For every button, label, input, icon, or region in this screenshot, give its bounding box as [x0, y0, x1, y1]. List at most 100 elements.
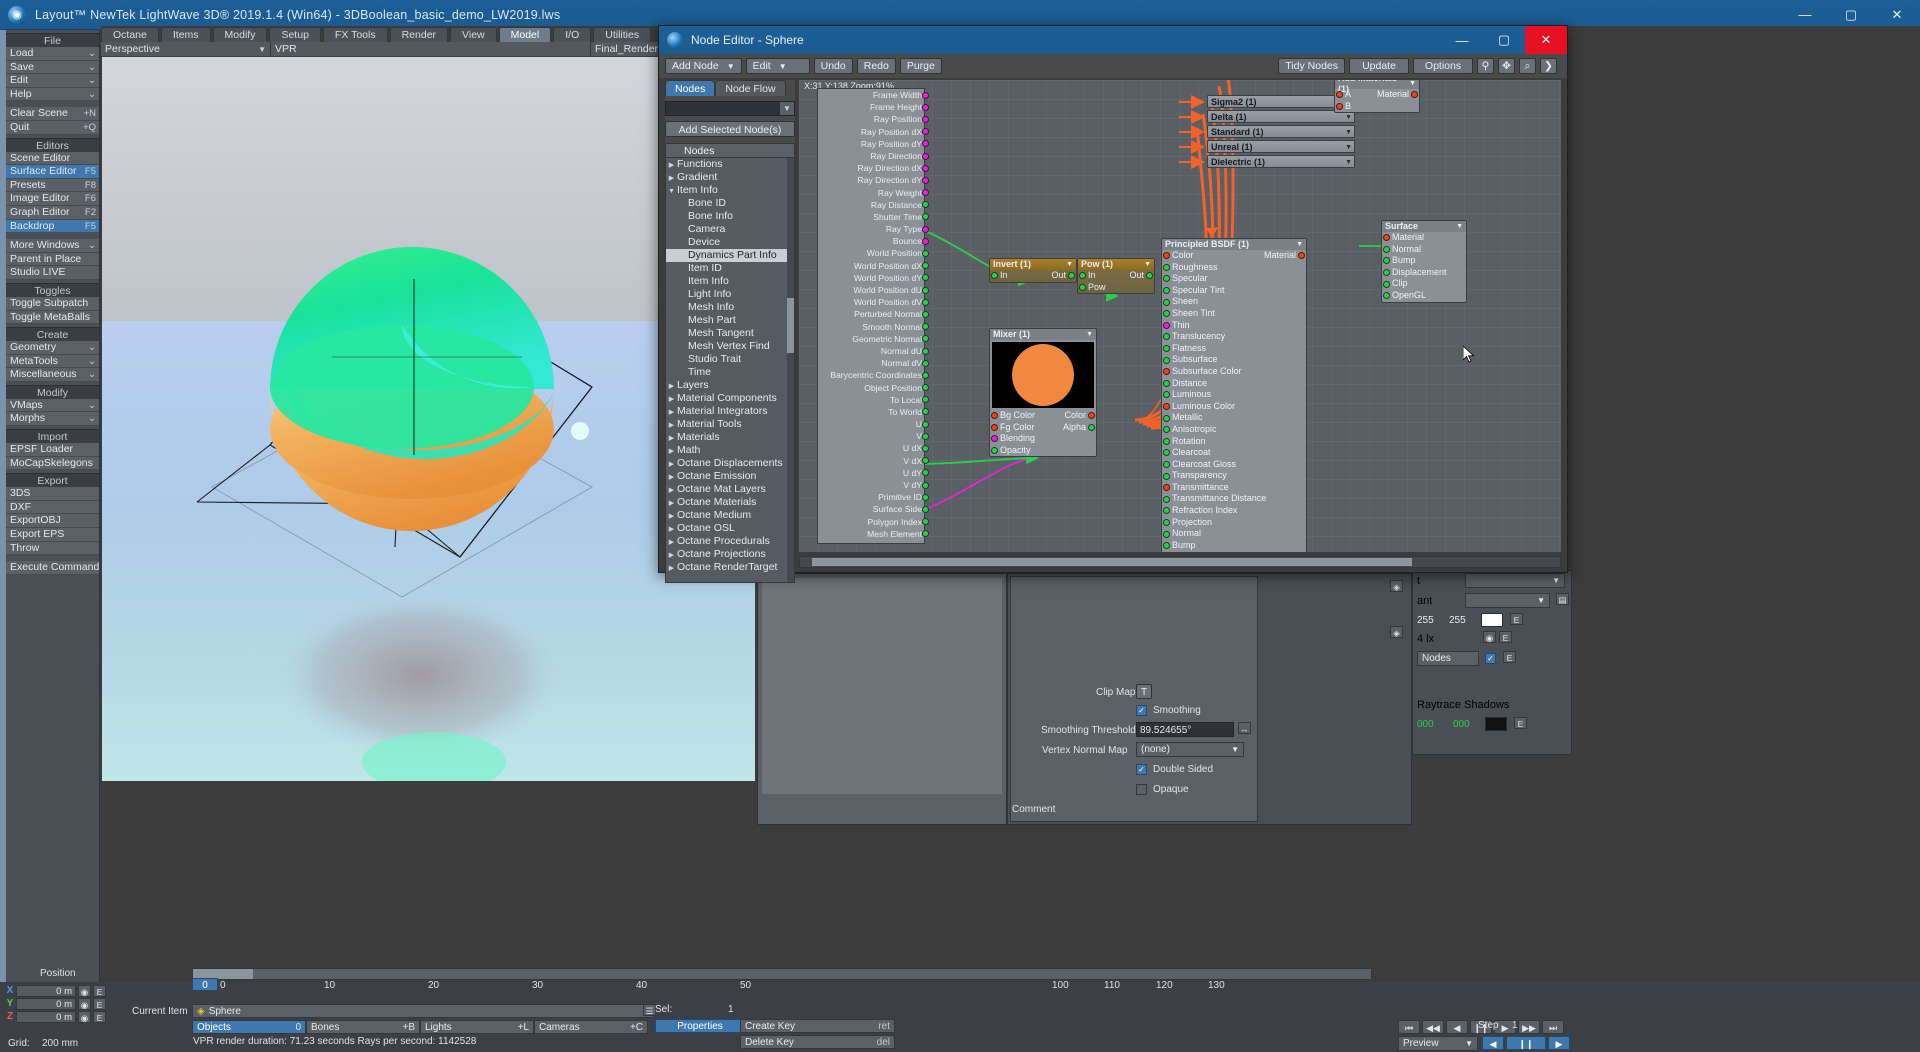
menu-tab-fx-tools[interactable]: FX Tools [322, 27, 388, 42]
surface-node-header[interactable]: Surface ▼ [1382, 221, 1466, 232]
chevron-right-icon[interactable]: ▶ [666, 432, 677, 444]
sidebar-item-surface-editor[interactable]: Surface Editor F5 [6, 165, 99, 179]
port-dot[interactable] [1412, 92, 1417, 98]
node-tree-item[interactable]: Light Info [666, 288, 794, 301]
chevron-right-icon[interactable]: ▶ [666, 172, 677, 184]
sidebar-item-save[interactable]: Save ⌄ [6, 60, 99, 75]
port-dot[interactable] [1164, 253, 1169, 259]
sidebar-item-miscellaneous[interactable]: Miscellaneous ⌄ [6, 368, 99, 382]
port-dot[interactable] [923, 116, 928, 122]
principled-input-row[interactable]: Specular [1162, 273, 1306, 285]
port-dot[interactable] [923, 397, 928, 403]
port-dot[interactable] [992, 448, 997, 454]
sidebar-item-parent-in-place[interactable]: Parent in Place [6, 252, 99, 267]
node-tree-item[interactable]: Bone Info [666, 210, 794, 223]
chevron-right-icon[interactable]: ▶ [666, 484, 677, 496]
sidebar-item-exportobj[interactable]: ExportOBJ [6, 514, 99, 529]
port-dot[interactable] [923, 348, 928, 354]
rt-color-swatch[interactable] [1485, 717, 1507, 731]
transport-pause-button[interactable]: ❙❙ [1506, 1036, 1546, 1050]
viewport-view-dropdown[interactable]: Perspective ▼ [101, 42, 271, 56]
node-toolbar-purge[interactable]: Purge [899, 58, 942, 74]
port-dot[interactable] [1164, 311, 1169, 317]
principled-bsdf-node[interactable]: Principled BSDF (1) ▼ Color Material Rough… [1161, 238, 1307, 552]
chevron-right-icon[interactable]: ▶ [666, 549, 677, 561]
timeline-current-frame[interactable]: 0 [192, 978, 218, 991]
node-tree-item[interactable]: Dynamics Part Info [666, 249, 794, 262]
axis-value-x[interactable]: 0 m [16, 984, 76, 997]
port-dot[interactable] [1080, 284, 1085, 290]
principled-input-row[interactable]: Subsurface [1162, 354, 1306, 366]
chevron-down-icon[interactable]: ▼ [1345, 141, 1352, 154]
port-dot[interactable] [923, 519, 928, 525]
chevron-down-icon[interactable]: ▼ [1296, 239, 1303, 250]
sidebar-item-epsf-loader[interactable]: EPSF Loader [6, 443, 99, 457]
principled-input-row[interactable]: Sheen [1162, 296, 1306, 308]
port-dot[interactable] [992, 273, 997, 279]
input-node-output-row[interactable]: World Position dX [818, 260, 928, 272]
input-node-output-row[interactable]: Perturbed Normal [818, 308, 928, 320]
menu-tab-i-o[interactable]: I/O [553, 27, 592, 42]
port-dot[interactable] [923, 311, 928, 317]
node-toolbar-update[interactable]: Update [1349, 58, 1409, 74]
create-key-button[interactable]: Create Key ret [740, 1019, 895, 1033]
input-node-output-row[interactable]: Barycentric Coordinates [818, 369, 928, 381]
port-dot[interactable] [923, 299, 928, 305]
sidebar-item-image-editor[interactable]: Image Editor F6 [6, 192, 99, 206]
port-dot[interactable] [1164, 264, 1169, 270]
node-tree-item[interactable]: Time [666, 366, 794, 379]
transport-first[interactable]: ⏮ [1398, 1020, 1420, 1034]
input-node-output-row[interactable]: Geometric Normal [818, 333, 928, 345]
node-tree-item[interactable]: ▶ Materials [666, 431, 794, 444]
lux-envelope-button[interactable]: E [1499, 631, 1512, 643]
material-node-unreal-1-[interactable]: Unreal (1) ▼ [1207, 140, 1355, 153]
smoothing-threshold-envelope[interactable]: ↔ [1238, 722, 1251, 734]
axis-envelope-button[interactable]: E [93, 997, 106, 1010]
color-swatch[interactable] [1481, 613, 1503, 627]
smoothing-checkbox[interactable]: ✓ [1136, 705, 1147, 716]
node-library-tab-nodes[interactable]: Nodes [665, 80, 716, 96]
node-tree-list[interactable]: ▶ Functions ▶ Gradient ▼ Item Info Bone ID Bone… [665, 158, 795, 583]
input-node-output-row[interactable]: Frame Height [818, 101, 928, 113]
viewport-render-mode[interactable]: VPR [271, 42, 591, 56]
port-dot[interactable] [923, 177, 928, 183]
port-dot[interactable] [923, 446, 928, 452]
node-tree-item[interactable]: Mesh Info [666, 301, 794, 314]
clip-map-envelope-1[interactable]: ◈ [1390, 580, 1403, 592]
move-icon[interactable]: ✥ [1498, 58, 1515, 74]
menu-tab-utilities[interactable]: Utilities [593, 27, 652, 42]
node-tree-item[interactable]: Mesh Vertex Find [666, 340, 794, 353]
sidebar-item-more-windows[interactable]: More Windows ⌄ [6, 239, 99, 253]
smoothing-threshold-field[interactable]: 89.524655° [1136, 722, 1234, 737]
surface-input-row[interactable]: Displacement [1382, 267, 1466, 279]
node-tree-item[interactable]: ▶ Octane Procedurals [666, 535, 794, 548]
sidebar-item-throw[interactable]: Throw [6, 541, 99, 556]
input-node-output-row[interactable]: Mesh Element [818, 528, 928, 540]
surface-input-row[interactable]: Bump [1382, 255, 1466, 267]
chevron-right-icon[interactable]: ▶ [666, 497, 677, 509]
mixer-node-header[interactable]: Mixer (1) ▼ [990, 329, 1096, 340]
port-dot[interactable] [1384, 270, 1389, 276]
chevron-right-icon[interactable]: ▶ [666, 510, 677, 522]
chevron-down-icon[interactable]: ▼ [1144, 259, 1151, 270]
sidebar-item-help[interactable]: Help ⌄ [6, 87, 99, 102]
chevron-down-icon[interactable]: ▼ [1086, 329, 1093, 340]
input-node-output-row[interactable]: U dY [818, 467, 928, 479]
surface-input-row[interactable]: Normal [1382, 244, 1466, 256]
input-node-output-row[interactable]: Shutter Time [818, 211, 928, 223]
port-dot[interactable] [923, 482, 928, 488]
node-editor-minimize[interactable]: — [1441, 26, 1483, 54]
axis-lock-icon[interactable]: ◉ [78, 984, 91, 997]
chevron-right-icon[interactable]: ▶ [666, 562, 677, 574]
principled-input-row[interactable]: Color Material [1162, 250, 1306, 262]
chevron-down-icon[interactable]: ▼ [1066, 259, 1073, 270]
port-dot[interactable] [923, 287, 928, 293]
port-dot[interactable] [1164, 415, 1169, 421]
material-node-dielectric-1-[interactable]: Dielectric (1) ▼ [1207, 155, 1355, 168]
pin-icon[interactable]: ⚲ [1477, 58, 1494, 74]
mixer-blending-row[interactable]: Blending [990, 433, 1096, 445]
port-dot[interactable] [1164, 473, 1169, 479]
port-dot[interactable] [923, 385, 928, 391]
sidebar-item-mocapskelegons[interactable]: MoCapSkelegons [6, 456, 99, 471]
port-dot[interactable] [1164, 288, 1169, 294]
